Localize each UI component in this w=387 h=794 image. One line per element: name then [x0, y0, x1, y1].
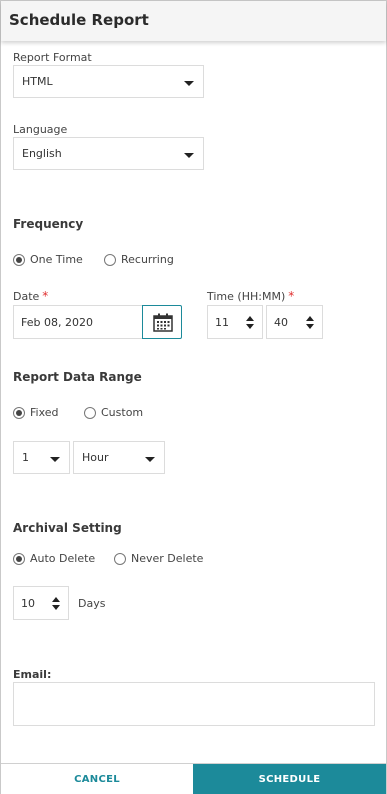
- chevron-down-icon: [145, 457, 155, 462]
- language-select[interactable]: English: [13, 137, 204, 170]
- language-value: English: [22, 147, 62, 160]
- radio-checked-icon: [13, 552, 25, 565]
- radio-unchecked-icon: [104, 253, 116, 266]
- radio-checked-icon: [13, 406, 25, 419]
- archival-never-delete-radio[interactable]: Never Delete: [114, 552, 203, 565]
- cancel-button[interactable]: CANCEL: [1, 764, 193, 794]
- archival-heading: Archival Setting: [13, 521, 122, 535]
- chevron-down-icon: [184, 153, 194, 158]
- time-hours-stepper[interactable]: 11: [207, 305, 263, 339]
- data-range-fixed-label: Fixed: [30, 406, 59, 419]
- time-minutes-value: 40: [274, 316, 288, 329]
- required-mark: *: [42, 289, 49, 303]
- email-label: Email:: [13, 668, 52, 681]
- date-value: Feb 08, 2020: [21, 316, 93, 329]
- frequency-recurring-radio[interactable]: Recurring: [104, 253, 174, 266]
- report-format-label: Report Format: [13, 51, 92, 64]
- archival-days-value: 10: [21, 597, 35, 610]
- panel-title: Schedule Report: [9, 11, 149, 29]
- spinner-icon[interactable]: [246, 316, 255, 330]
- time-label-text: Time (HH:MM): [207, 290, 286, 303]
- date-label: Date *: [13, 289, 48, 303]
- archival-auto-delete-radio[interactable]: Auto Delete: [13, 552, 95, 565]
- data-range-unit-select[interactable]: Hour: [73, 441, 165, 474]
- chevron-down-icon: [184, 81, 194, 86]
- frequency-recurring-label: Recurring: [121, 253, 174, 266]
- calendar-button[interactable]: [142, 305, 182, 339]
- time-hours-value: 11: [215, 316, 229, 329]
- time-label: Time (HH:MM) *: [207, 289, 294, 303]
- calendar-icon: [153, 313, 173, 332]
- required-mark: *: [288, 289, 295, 303]
- language-label: Language: [13, 123, 68, 136]
- data-range-fixed-radio[interactable]: Fixed: [13, 406, 59, 419]
- data-range-amount-value: 1: [22, 451, 29, 464]
- email-input[interactable]: [13, 682, 375, 726]
- date-label-text: Date: [13, 290, 40, 303]
- footer-bar: CANCEL SCHEDULE: [1, 763, 386, 794]
- archival-days-label: Days: [78, 597, 106, 610]
- archival-never-delete-label: Never Delete: [131, 552, 204, 565]
- frequency-one-time-radio[interactable]: One Time: [13, 253, 83, 266]
- time-minutes-stepper[interactable]: 40: [266, 305, 323, 339]
- data-range-custom-label: Custom: [101, 406, 144, 419]
- chevron-down-icon: [50, 457, 60, 462]
- radio-checked-icon: [13, 253, 25, 266]
- archival-auto-delete-label: Auto Delete: [30, 552, 96, 565]
- frequency-heading: Frequency: [13, 217, 84, 231]
- data-range-amount-select[interactable]: 1: [13, 441, 70, 474]
- radio-unchecked-icon: [84, 406, 96, 419]
- panel-header: Schedule Report: [1, 1, 386, 41]
- schedule-report-panel: Schedule Report Report Format HTML Langu…: [0, 0, 387, 794]
- radio-unchecked-icon: [114, 552, 126, 565]
- schedule-button[interactable]: SCHEDULE: [193, 764, 386, 794]
- data-range-heading: Report Data Range: [13, 370, 142, 384]
- date-input[interactable]: Feb 08, 2020: [13, 305, 143, 339]
- report-format-value: HTML: [22, 75, 53, 88]
- archival-days-stepper[interactable]: 10: [13, 586, 69, 620]
- spinner-icon[interactable]: [52, 597, 61, 611]
- frequency-one-time-label: One Time: [30, 253, 83, 266]
- spinner-icon[interactable]: [306, 316, 315, 330]
- data-range-unit-value: Hour: [82, 451, 109, 464]
- data-range-custom-radio[interactable]: Custom: [84, 406, 143, 419]
- report-format-select[interactable]: HTML: [13, 65, 204, 98]
